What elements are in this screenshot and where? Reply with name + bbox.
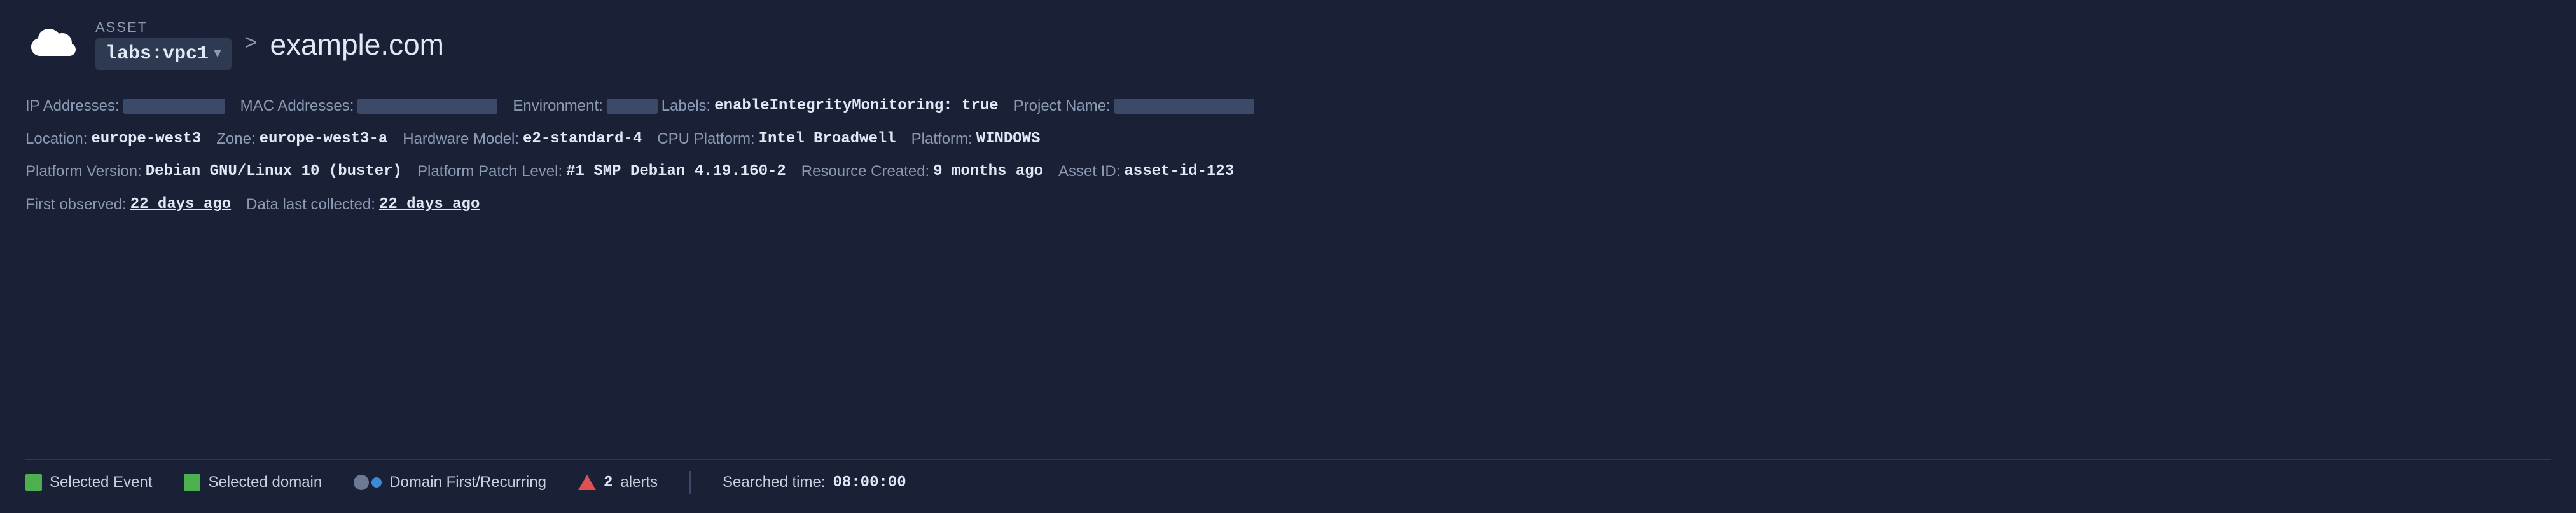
info-row-1: IP Addresses: MAC Addresses: Environment…	[25, 95, 2551, 117]
hardware-label: Hardware Model:	[403, 128, 519, 150]
domain-first-icon	[354, 475, 369, 490]
ip-label: IP Addresses:	[25, 95, 120, 117]
labels-label: Labels:	[661, 95, 710, 117]
patch-level-label: Platform Patch Level:	[417, 161, 562, 182]
info-row-3: Platform Version: Debian GNU/Linux 10 (b…	[25, 161, 2551, 182]
zone-value: europe-west3-a	[260, 128, 388, 150]
asset-id-value: asset-id-123	[1124, 161, 1234, 182]
cpu-value: Intel Broadwell	[759, 128, 896, 150]
main-container: ASSET labs:vpc1 ▼ > example.com IP Addre…	[0, 0, 2576, 513]
info-row-2: Location: europe-west3 Zone: europe-west…	[25, 128, 2551, 150]
resource-created-value: 9 months ago	[933, 161, 1043, 182]
breadcrumb-arrow: >	[244, 32, 257, 57]
selected-domain-icon	[184, 474, 200, 491]
domain-recurring-icon-group	[354, 475, 382, 490]
environment-value-redacted	[607, 99, 658, 114]
location-value: europe-west3	[91, 128, 201, 150]
alert-triangle-icon	[578, 475, 596, 490]
asset-selector-value: labs:vpc1	[106, 43, 209, 65]
legend-searched-time: Searched time: 08:00:00	[723, 474, 906, 491]
alert-count: 2	[604, 474, 613, 491]
asset-selector-button[interactable]: labs:vpc1 ▼	[95, 38, 232, 70]
alerts-label: alerts	[620, 474, 658, 491]
platform-version-value: Debian GNU/Linux 10 (buster)	[146, 161, 402, 182]
selected-event-label: Selected Event	[50, 474, 152, 491]
platform-label: Platform:	[911, 128, 973, 150]
selected-domain-label: Selected domain	[208, 474, 322, 491]
asset-label-group: ASSET labs:vpc1 ▼	[95, 19, 232, 70]
info-row-4: First observed: 22 days ago Data last co…	[25, 194, 2551, 215]
mac-label: MAC Addresses:	[240, 95, 354, 117]
project-value-redacted	[1114, 99, 1254, 114]
platform-version-label: Platform Version:	[25, 161, 142, 182]
searched-time-value: 08:00:00	[833, 474, 906, 491]
hardware-value: e2-standard-4	[523, 128, 642, 150]
first-observed-label: First observed:	[25, 194, 127, 215]
project-label: Project Name:	[1014, 95, 1111, 117]
platform-value: WINDOWS	[976, 128, 1041, 150]
ip-value-redacted	[123, 99, 225, 114]
footer-row: Selected Event Selected domain Domain Fi…	[25, 459, 2551, 500]
footer-divider	[689, 471, 691, 494]
asset-label: ASSET	[95, 19, 232, 36]
chevron-down-icon: ▼	[214, 47, 221, 62]
patch-level-value: #1 SMP Debian 4.19.160-2	[566, 161, 786, 182]
domain-name: example.com	[270, 27, 444, 62]
legend-selected-domain: Selected domain	[184, 474, 322, 491]
resource-created-label: Resource Created:	[801, 161, 929, 182]
selected-event-icon	[25, 474, 42, 491]
domain-recurring-icon	[371, 477, 382, 488]
info-section: IP Addresses: MAC Addresses: Environment…	[25, 95, 2551, 453]
data-collected-label: Data last collected:	[246, 194, 375, 215]
location-label: Location:	[25, 128, 87, 150]
cpu-label: CPU Platform:	[657, 128, 754, 150]
domain-recurring-label: Domain First/Recurring	[389, 474, 546, 491]
mac-value-redacted	[357, 99, 497, 114]
legend-selected-event: Selected Event	[25, 474, 152, 491]
data-collected-value[interactable]: 22 days ago	[379, 194, 480, 215]
legend-domain-recurring: Domain First/Recurring	[354, 474, 546, 491]
first-observed-value[interactable]: 22 days ago	[130, 194, 231, 215]
searched-time-label: Searched time:	[723, 474, 825, 491]
labels-value: enableIntegrityMonitoring: true	[714, 95, 998, 117]
environment-label: Environment:	[513, 95, 602, 117]
zone-label: Zone:	[216, 128, 255, 150]
legend-alerts: 2 alerts	[578, 474, 658, 491]
asset-id-label: Asset ID:	[1058, 161, 1120, 182]
header-row: ASSET labs:vpc1 ▼ > example.com	[25, 19, 2551, 70]
cloud-icon	[25, 22, 83, 67]
